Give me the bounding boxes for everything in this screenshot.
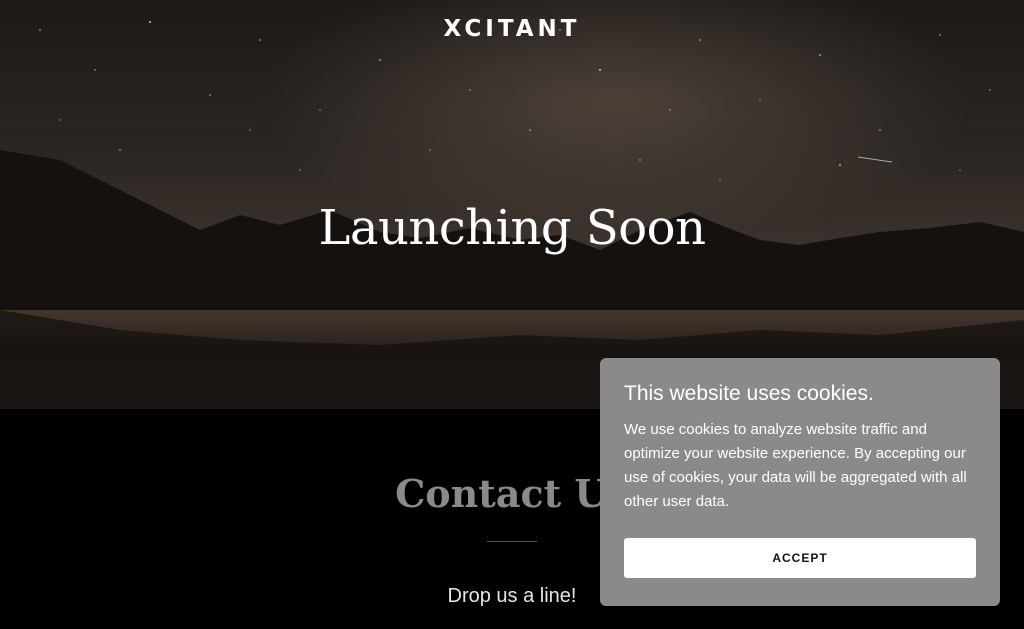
section-divider	[487, 541, 537, 542]
cookie-banner-title: This website uses cookies.	[624, 382, 874, 405]
cookie-banner-message: We use cookies to analyze website traffi…	[624, 421, 967, 510]
hero-section: XCITANT Launching Soon	[0, 0, 1024, 409]
hero-headline: Launching Soon	[318, 200, 706, 256]
accept-cookies-button[interactable]: ACCEPT	[624, 538, 976, 578]
brand-logo[interactable]: XCITANT	[0, 16, 1024, 42]
cookie-banner: This website uses cookies. We use cookie…	[600, 358, 1000, 606]
